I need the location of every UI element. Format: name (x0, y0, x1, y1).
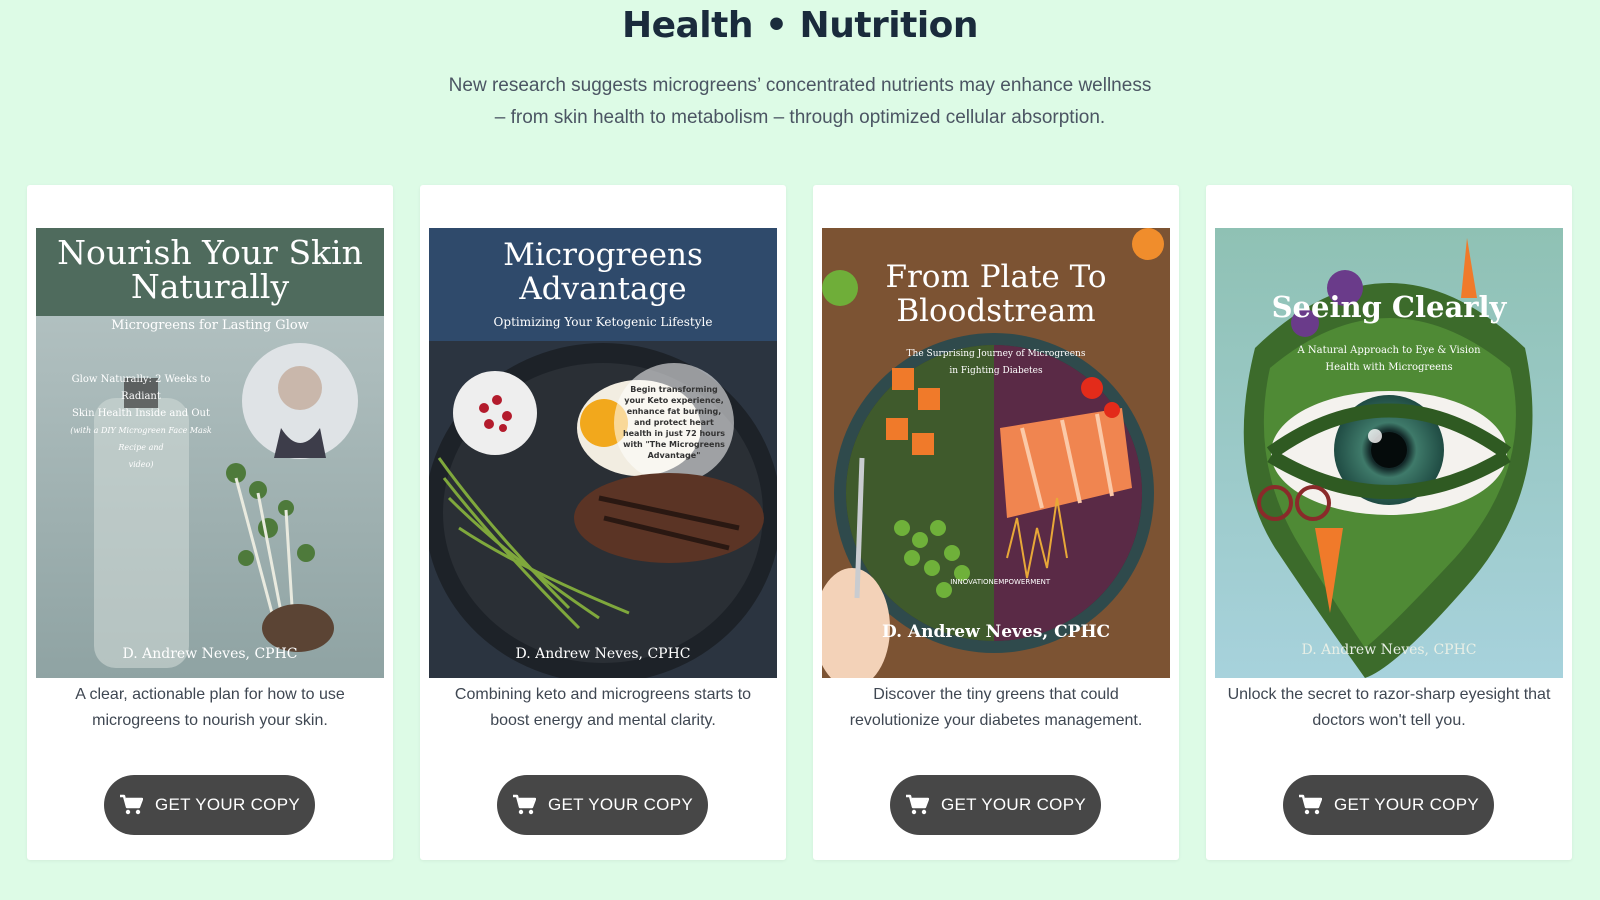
book-description: Discover the tiny greens that could revo… (849, 686, 1143, 729)
book-description: A clear, actionable plan for how to use … (75, 686, 345, 729)
cover-subtitle: Microgreens for Lasting Glow (111, 318, 309, 333)
cover-title-line-1: Microgreens (503, 237, 703, 273)
book-card-grid: Nourish Your Skin Naturally Microgreens … (27, 185, 1573, 860)
cover-blurb-line-1: Glow Naturally: 2 Weeks to Radiant (71, 374, 211, 402)
steak (574, 473, 764, 563)
shopping-cart-icon (1299, 794, 1322, 815)
cover-author: D. Andrew Neves, CPHC (1301, 642, 1477, 658)
cover-title-line-2: Bloodstream (896, 293, 1096, 329)
section-subtitle: New research suggests microgreens’ conce… (430, 70, 1170, 134)
book-card-skin: Nourish Your Skin Naturally Microgreens … (27, 185, 393, 860)
book-card-vision: Seeing Clearly A Natural Approach to Eye… (1206, 185, 1572, 860)
section-subtitle-line-2: – from skin health to metabolism – throu… (494, 107, 1106, 128)
get-your-copy-label: GET YOUR COPY (941, 795, 1086, 814)
cover-title-line-2: Advantage (519, 271, 687, 307)
book-card-diabetes: From Plate To Bloodstream The Surprising… (813, 185, 1179, 860)
cover-subtitle: The Surprising Journey of Microgreens in… (822, 346, 1170, 380)
cover-title: Nourish Your Skin Naturally (36, 236, 384, 304)
cover-subtitle-line-1: The Surprising Journey of Microgreens (906, 349, 1086, 359)
cover-blurb-line-3: (with a DIY Microgreen Face Mask Recipe … (70, 426, 212, 452)
cover-label-empowerment: EMPOWERMENT (993, 578, 1051, 586)
cover-subtitle: A Natural Approach to Eye & Vision Healt… (1215, 342, 1563, 376)
shopping-cart-icon (513, 794, 536, 815)
cover-subtitle-line-2: in Fighting Diabetes (949, 366, 1043, 376)
cover-title: From Plate To Bloodstream (822, 260, 1170, 328)
cover-blurb: Glow Naturally: 2 Weeks to Radiant Skin … (56, 371, 226, 473)
section-header: Health • Nutrition New research suggests… (0, 0, 1600, 134)
cover-subtitle-line-1: A Natural Approach to Eye & Vision (1297, 345, 1481, 356)
book-description: Unlock the secret to razor-sharp eyesigh… (1227, 686, 1551, 729)
cover-title: Microgreens Advantage (429, 238, 777, 306)
section-title: Health • Nutrition (621, 5, 979, 46)
cover-author: D. Andrew Neves, CPHC (881, 622, 1111, 642)
pepper-bowl (453, 371, 537, 455)
get-your-copy-button[interactable]: GET YOUR COPY (104, 775, 315, 835)
cover-subtitle-line-2: Health with Microgreens (1325, 362, 1453, 373)
cover-author: D. Andrew Neves, CPHC (122, 646, 298, 662)
cover-title-line-2: Naturally (130, 267, 290, 306)
cover-author: D. Andrew Neves, CPHC (515, 646, 691, 662)
cover-blurb-line-4: video) (128, 460, 154, 469)
book-description: Combining keto and microgreens starts to… (454, 686, 752, 729)
book-cover-keto[interactable]: Microgreens Advantage Optimizing Your Ke… (429, 228, 777, 678)
shopping-cart-icon (906, 794, 929, 815)
get-your-copy-button[interactable]: GET YOUR COPY (1283, 775, 1494, 835)
get-your-copy-label: GET YOUR COPY (155, 795, 300, 814)
get-your-copy-button[interactable]: GET YOUR COPY (890, 775, 1101, 835)
cover-title: Seeing Clearly (1271, 290, 1507, 324)
section-subtitle-line-1: New research suggests microgreens’ conce… (448, 75, 1152, 96)
shopping-cart-icon (120, 794, 143, 815)
book-cover-skin[interactable]: Nourish Your Skin Naturally Microgreens … (36, 228, 384, 678)
cover-subtitle: Optimizing Your Ketogenic Lifestyle (493, 315, 713, 329)
get-your-copy-button[interactable]: GET YOUR COPY (497, 775, 708, 835)
book-cover-diabetes[interactable]: From Plate To Bloodstream The Surprising… (822, 228, 1170, 678)
cover-title-line-1: From Plate To (885, 259, 1107, 295)
cover-blurb: Begin transforming your Keto experience,… (622, 385, 726, 460)
book-cover-vision[interactable]: Seeing Clearly A Natural Approach to Eye… (1215, 228, 1563, 678)
book-card-keto: Microgreens Advantage Optimizing Your Ke… (420, 185, 786, 860)
get-your-copy-label: GET YOUR COPY (1334, 795, 1479, 814)
get-your-copy-label: GET YOUR COPY (548, 795, 693, 814)
cover-blurb-line-2: Skin Health Inside and Out (71, 408, 211, 419)
